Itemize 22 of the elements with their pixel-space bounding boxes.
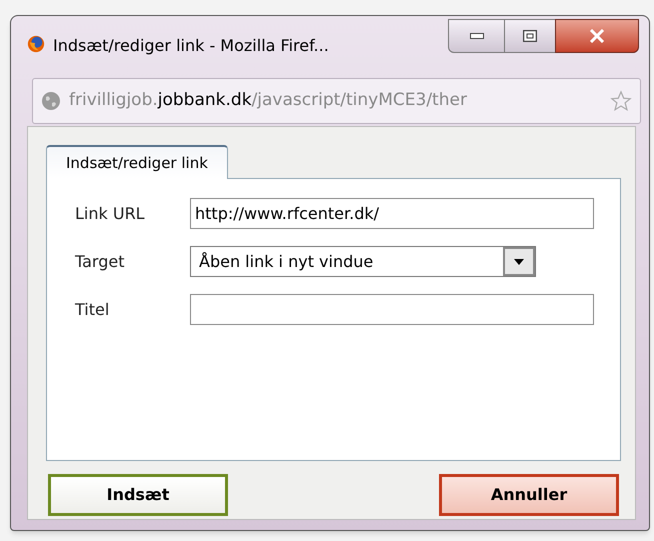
field-label: Target	[75, 250, 126, 272]
field-label: Link URL	[75, 202, 146, 224]
minimize-icon	[470, 33, 484, 39]
dropdown-arrow-icon	[514, 258, 524, 264]
cancel-button[interactable]: Annuller	[439, 474, 619, 516]
close-button[interactable]	[555, 19, 639, 53]
minimize-button[interactable]	[448, 19, 505, 53]
globe-icon	[41, 91, 61, 111]
url-text: frivilligjob.jobbank.dk/javascript/tinyMCE3/ther	[69, 89, 467, 112]
close-icon	[589, 29, 605, 43]
text-field[interactable]	[190, 294, 594, 325]
address-bar[interactable]: frivilligjob.jobbank.dk/javascript/tinyMCE3/ther	[32, 78, 641, 124]
field-label: Titel	[75, 298, 110, 320]
insert-button[interactable]: Indsæt	[48, 474, 228, 516]
maximize-button[interactable]	[505, 19, 555, 53]
target-dropdown[interactable]: Åben link i nyt vindue	[190, 246, 536, 277]
text-field[interactable]: http://www.rfcenter.dk/	[190, 198, 594, 229]
tab[interactable]: Indsæt/rediger link	[46, 145, 228, 179]
browser-logo-icon	[27, 35, 45, 53]
star-icon[interactable]	[610, 90, 632, 112]
window-title: Indsæt/rediger link - Mozilla Firef...	[53, 35, 329, 57]
maximize-icon	[523, 30, 537, 42]
